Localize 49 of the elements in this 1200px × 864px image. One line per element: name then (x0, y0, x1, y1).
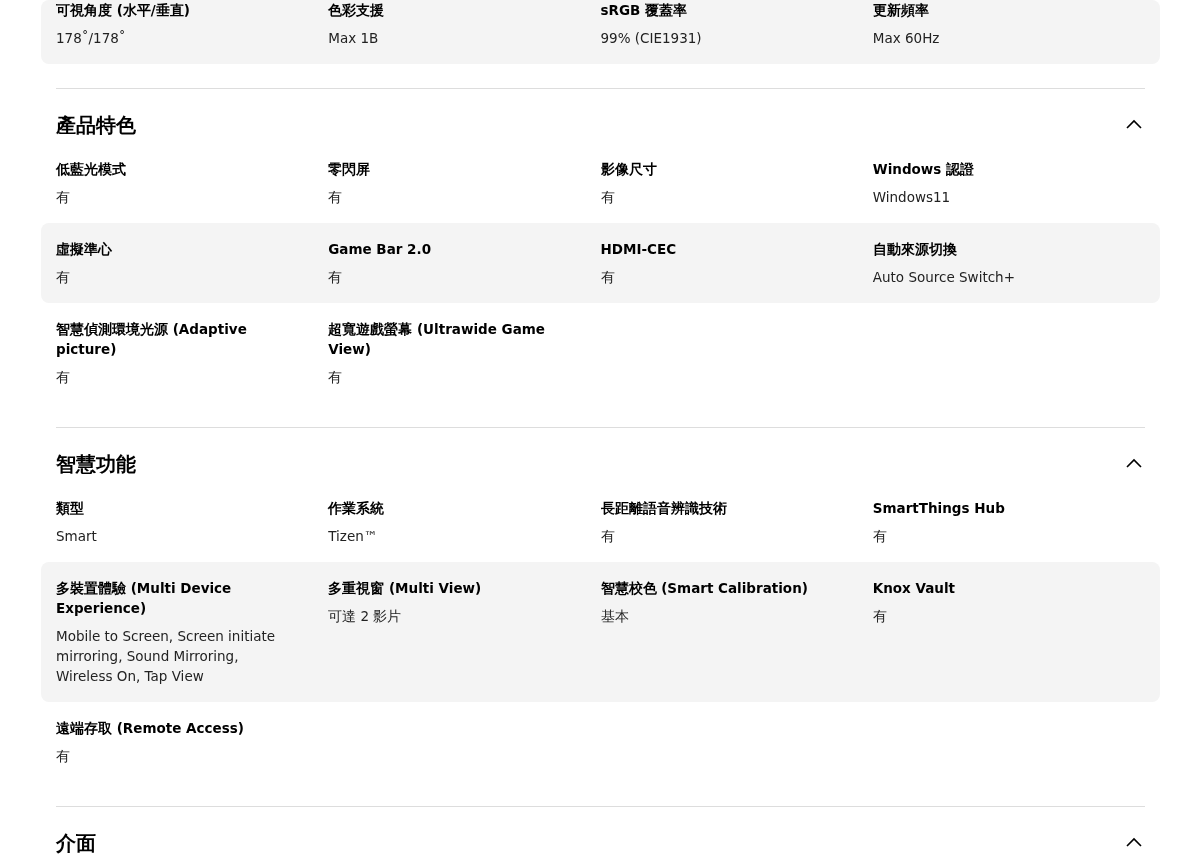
spec-value: 有 (600, 527, 616, 546)
spec-label: 智慧偵測環境光源 (Adaptive picture) (56, 320, 248, 359)
spec-label: Knox Vault (872, 579, 956, 598)
spec-value: 有 (600, 188, 616, 207)
spec-value: Tizen™ (328, 527, 379, 546)
spec-label: 遠端存取 (Remote Access) (56, 719, 245, 738)
spec-label: 色彩支援 (328, 1, 386, 20)
spec-label: Game Bar 2.0 (328, 240, 433, 259)
spec-value: 178˚/178˚ (56, 29, 127, 48)
spec-value: 可達 2 影片 (328, 607, 403, 626)
spec-value: 有 (328, 368, 344, 387)
section-title: 產品特色 (56, 111, 136, 139)
spec-value: Max 60Hz (872, 29, 941, 48)
spec-label: 自動來源切換 (872, 240, 958, 259)
spec-label: 影像尺寸 (600, 160, 658, 179)
section-title: 智慧功能 (56, 450, 136, 478)
spec-value: 有 (56, 268, 71, 287)
spec-label: Windows 認證 (872, 160, 976, 179)
spec-label: HDMI-CEC (600, 240, 678, 259)
spec-value: Mobile to Screen, Screen initiate mirroring, Sound Mirroring, Wireless On, Tap View (56, 627, 277, 686)
spec-value: 有 (56, 368, 71, 387)
spec-label: 類型 (56, 499, 85, 518)
spec-value: Auto Source Switch+ (872, 268, 1016, 287)
spec-label: 多重視窗 (Multi View) (328, 579, 483, 598)
spec-label: 智慧校色 (Smart Calibration) (600, 579, 809, 598)
spec-label: 多裝置體驗 (Multi Device Experience) (56, 579, 233, 618)
spec-value: 有 (56, 188, 71, 207)
spec-value: 有 (600, 268, 616, 287)
section-title: 介面 (56, 829, 96, 857)
spec-value: 有 (872, 527, 888, 546)
spec-label: 低藍光模式 (56, 160, 127, 179)
spec-value: 有 (872, 607, 888, 626)
spec-label: sRGB 覆蓋率 (600, 1, 688, 20)
spec-label: 超寬遊戲螢幕 (Ultrawide Game View) (328, 320, 546, 359)
spec-value: Smart (56, 527, 98, 546)
spec-value: 99% (CIE1931) (600, 29, 703, 48)
spec-value: 有 (56, 747, 71, 766)
spec-value: Max 1B (328, 29, 380, 48)
spec-label: 虛擬準心 (56, 240, 113, 259)
spec-label: SmartThings Hub (872, 499, 1006, 518)
spec-value: Windows11 (872, 188, 952, 207)
spec-value: 有 (328, 268, 344, 287)
spec-label: 可視角度 (水平/垂直) (56, 1, 191, 20)
spec-value: 有 (328, 188, 344, 207)
spec-value: 基本 (600, 607, 630, 626)
spec-label: 作業系統 (328, 499, 386, 518)
spec-label: 長距離語音辨識技術 (600, 499, 728, 518)
spec-label: 零閃屏 (328, 160, 372, 179)
spec-label: 更新頻率 (872, 1, 930, 20)
